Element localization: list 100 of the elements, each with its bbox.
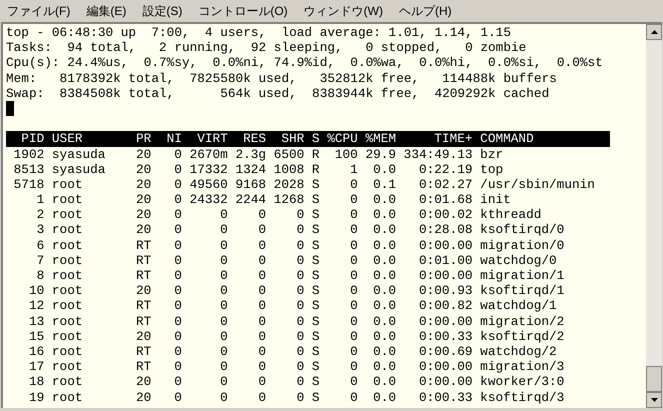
table-cell-text: 0 [173, 314, 182, 329]
table-cell: 24332 [190, 192, 228, 208]
table-cell-text: root [52, 374, 84, 390]
table-cell: migration/2 [480, 314, 564, 329]
table-cell-text: 0:00.00 [418, 268, 473, 284]
table-cell: S [312, 222, 320, 238]
column-header: PID [20, 131, 44, 146]
table-cell-text: 100 [334, 146, 358, 162]
table-cell-text: 0 [296, 359, 304, 374]
table-cell: 17332 [190, 162, 228, 177]
table-cell-text: 10 [28, 283, 44, 298]
table-cell: S [312, 359, 320, 374]
table-cell: 29.9 [365, 146, 396, 162]
table-cell-text: 0 [349, 176, 358, 192]
table-cell-text: 0.0 [372, 298, 396, 314]
table-cell: ksoftirqd/0 [480, 222, 564, 238]
table-cell-text: 0 [173, 359, 182, 374]
table-cell-text: 0.0 [372, 238, 396, 253]
table-cell-text: 0 [173, 344, 182, 360]
column-header: %CPU [327, 131, 358, 146]
table-cell-text: 0 [257, 374, 266, 390]
table-cell-text: 20 [135, 374, 152, 390]
table-cell-text: 0.0 [372, 374, 396, 390]
table-cell-text: 0 [349, 328, 358, 344]
scroll-thumb[interactable] [646, 366, 662, 392]
table-cell: S [312, 192, 320, 208]
table-cell: S [312, 328, 320, 344]
scrollbar[interactable] [646, 24, 662, 408]
menu-item[interactable]: 編集(E) [83, 2, 130, 20]
table-cell-text: 0 [219, 238, 228, 253]
table-cell-text: syasuda [52, 146, 106, 162]
table-cell: kthreadd [480, 207, 542, 222]
scroll-up-button[interactable] [646, 24, 662, 40]
column-header: VIRT [196, 131, 228, 146]
table-cell-text: root [52, 359, 84, 374]
table-cell-text: root [52, 328, 84, 344]
table-cell: 2.3g [235, 146, 266, 162]
table-cell-text: 0 [349, 374, 358, 390]
table-cell-text: 0:00.33 [418, 390, 473, 405]
table-cell: migration/1 [480, 268, 564, 284]
table-cell: S [312, 176, 320, 192]
summary-line: Cpu(s): 24.4%us, 0.7%sy, 0.0%ni, 74.9%id, 0.0%wa, 0.0%hi, 0.0%si, 0.0%st [6, 55, 603, 70]
table-cell-text: 0 [173, 207, 182, 222]
table-cell-text: 1 [349, 162, 358, 177]
table-cell-text: 0 [296, 328, 304, 344]
table-cell: S [312, 238, 320, 253]
table-cell: S [312, 252, 320, 268]
table-cell-text: 15 [28, 328, 44, 344]
column-header: S [312, 131, 320, 146]
table-cell-text: 0.0 [372, 162, 396, 177]
column-header: COMMAND [480, 131, 534, 146]
table-cell-text: 0.0 [372, 314, 396, 329]
menu-item[interactable]: コントロール(O) [195, 2, 291, 20]
table-cell-text: 17 [28, 359, 44, 374]
table-cell: 334:49.13 [404, 146, 473, 162]
table-cell-text: 0 [296, 252, 304, 268]
scroll-down-button[interactable] [646, 392, 662, 408]
table-cell-text: 0 [349, 207, 358, 222]
table-cell-text: 0 [349, 283, 358, 298]
table-cell-text: 0:02.27 [418, 176, 473, 192]
table-cell: bzr [480, 146, 504, 162]
table-cell-text: 0:28.08 [418, 222, 473, 238]
menu-item[interactable]: ウィンドウ(W) [300, 2, 386, 20]
table-cell: watchdog/2 [480, 344, 557, 360]
table-cell: S [312, 344, 320, 360]
table-cell-text: 0 [257, 359, 266, 374]
table-cell-text: 0 [296, 298, 304, 314]
table-cell: R [312, 146, 320, 162]
table-cell-text: 20 [135, 222, 152, 238]
table-cell-text: 0 [349, 344, 358, 360]
table-cell-text: 0:00.93 [418, 283, 473, 298]
table-cell-text: 0 [349, 222, 358, 238]
table-cell-text: 0 [349, 238, 358, 253]
table-cell: init [480, 192, 511, 208]
menu-item[interactable]: ファイル(F) [4, 2, 74, 20]
table-cell-text: 0.0 [372, 207, 396, 222]
summary-line: Mem: 8178392k total, 7825580k used, 352812k free, 114488k buffers [6, 70, 557, 86]
table-cell-text: 0:00.00 [418, 238, 473, 253]
table-cell-text: 0 [296, 222, 304, 238]
table-cell: 2028 [274, 176, 304, 192]
table-cell-text: 0 [296, 238, 304, 253]
table-cell: 2670m [190, 146, 228, 162]
menu-item[interactable]: ヘルプ(H) [396, 2, 455, 20]
table-cell: S [312, 298, 320, 314]
table-cell-text: 0 [219, 344, 228, 360]
menu-item[interactable]: 設定(S) [139, 2, 186, 20]
column-header: SHR [280, 131, 304, 146]
table-cell: /usr/sbin/munin [480, 176, 595, 192]
table-cell-text: 0 [296, 283, 304, 298]
table-cell-text: 3 [36, 222, 44, 238]
table-cell-text: 0 [296, 390, 304, 405]
table-cell-text: 0 [257, 298, 266, 314]
table-cell-text: 0:00.00 [418, 314, 473, 329]
table-cell-text: 0 [219, 207, 228, 222]
table-cell: 9168 [235, 176, 266, 192]
table-cell-text: 0 [257, 238, 266, 253]
table-cell-text: 0 [257, 344, 266, 360]
table-cell-text: 0 [257, 390, 266, 405]
table-cell-text: root [52, 314, 84, 329]
summary-line: Tasks: 94 total, 2 running, 92 sleeping, 0 stopped, 0 zombie [6, 40, 526, 56]
